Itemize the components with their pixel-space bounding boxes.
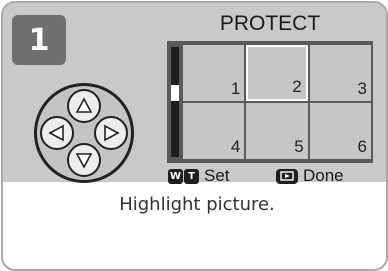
arrow-down-icon bbox=[75, 153, 93, 169]
arrow-left-icon bbox=[48, 124, 64, 142]
thumbnail-number: 3 bbox=[357, 79, 367, 98]
camera-screen: PROTECT 1 2 3 4 5 6 W T Set Done bbox=[164, 11, 376, 187]
screen-title: PROTECT bbox=[219, 12, 321, 35]
arrow-right-icon bbox=[104, 124, 120, 142]
dpad-down-button[interactable] bbox=[67, 143, 101, 177]
step-number-badge: 1 bbox=[12, 15, 66, 65]
thumbnail-number: 1 bbox=[230, 79, 241, 98]
thumbnail[interactable]: 5 bbox=[246, 103, 308, 159]
set-label: Set bbox=[204, 166, 230, 185]
thumbnail[interactable]: 4 bbox=[183, 103, 245, 159]
thumbnail-number: 5 bbox=[294, 137, 304, 156]
arrow-up-icon bbox=[75, 97, 93, 113]
multi-selector-dpad bbox=[34, 83, 134, 183]
instruction-caption: Highlight picture. bbox=[119, 194, 275, 215]
thumbnail[interactable]: 6 bbox=[309, 103, 371, 159]
card-header: 1 PROTECT 1 2 3 4 5 6 W T Set Done bbox=[3, 3, 386, 185]
thumbnail[interactable]: 1 bbox=[183, 45, 245, 101]
thumbnail-number: 2 bbox=[292, 77, 302, 96]
scroll-bar[interactable] bbox=[171, 47, 179, 157]
done-hint[interactable]: Done bbox=[276, 166, 344, 186]
thumbnail-number: 6 bbox=[357, 137, 367, 156]
zoom-w-key-icon: W bbox=[168, 168, 183, 184]
thumbnail-selected[interactable]: 2 bbox=[246, 45, 308, 101]
dpad-left-button[interactable] bbox=[40, 116, 74, 150]
thumbnail-number: 4 bbox=[230, 137, 241, 156]
set-hint[interactable]: W T Set bbox=[168, 166, 230, 186]
thumbnail-area: 1 2 3 4 5 6 bbox=[167, 41, 373, 163]
scroll-thumb[interactable] bbox=[171, 85, 179, 101]
dpad-up-button[interactable] bbox=[67, 89, 101, 123]
instruction-card: 1 PROTECT 1 2 3 4 5 6 W T Set Done Highl… bbox=[1, 1, 388, 271]
thumbnail[interactable]: 3 bbox=[309, 45, 371, 101]
thumbnail-grid: 1 2 3 4 5 6 bbox=[183, 45, 371, 159]
help-row: W T Set Done bbox=[164, 165, 376, 187]
playback-button-icon bbox=[276, 168, 298, 184]
zoom-t-key-icon: T bbox=[184, 168, 199, 184]
dpad-right-button[interactable] bbox=[94, 116, 128, 150]
done-label: Done bbox=[303, 166, 344, 185]
